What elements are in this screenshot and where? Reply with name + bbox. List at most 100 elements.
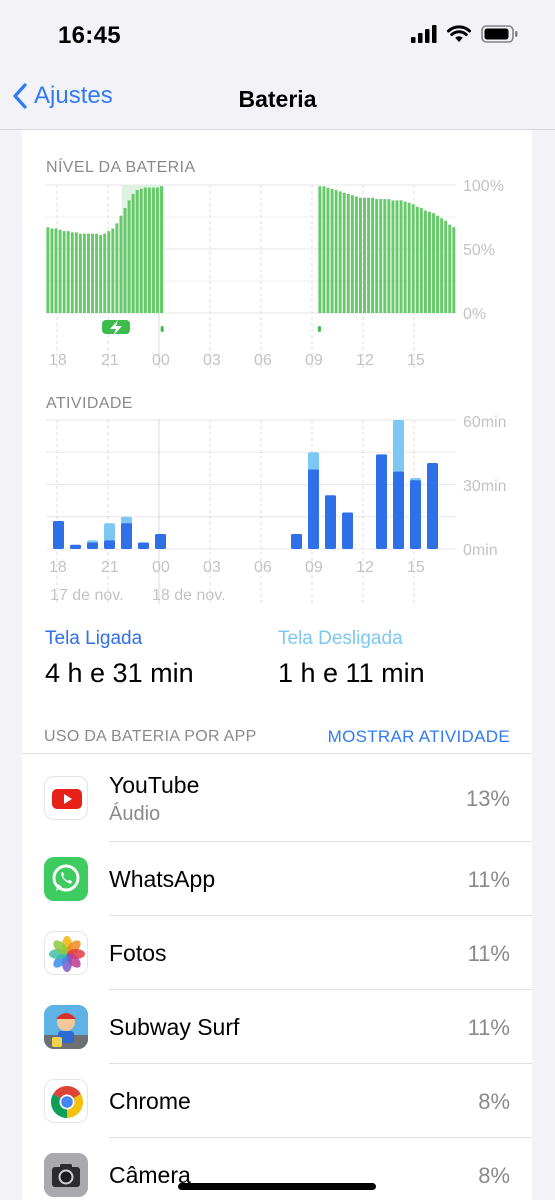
battery-x-tick: 18 [49,352,67,369]
activity-bar-screen-on [291,533,302,549]
battery-level-bar [411,204,415,313]
battery-x-tick: 21 [101,352,119,369]
battery-level-bar [395,200,399,313]
battery-level-bar [403,201,407,313]
app-percentage: 13% [465,786,510,811]
activity-bar-screen-off [393,420,404,474]
battery-level-bar [46,227,50,313]
battery-x-tick: 15 [407,352,425,369]
activity-bar-screen-on [53,521,64,549]
battery-level-bar [358,197,362,313]
battery-level-bar [123,208,127,313]
charging-indicator [102,320,130,336]
activity-x-tick: 12 [356,559,374,576]
battery-x-tick: 00 [152,352,170,369]
battery-level-bar [147,187,151,313]
battery-level-bar [338,191,342,313]
battery-level-bar [62,231,66,313]
battery-level-bar [452,227,456,313]
battery-level-bar [82,233,86,313]
app-name: Chrome [109,1088,191,1114]
date-label: 18 de nov. [152,587,226,604]
activity-bar-screen-off [308,452,319,472]
app-percentage: 11% [467,941,510,966]
activity-x-tick: 18 [49,559,67,576]
app-usage-title: USO DA BATERIA POR APP [44,728,257,745]
wifi-icon [447,25,471,42]
battery-level-bar [86,233,90,313]
battery-level-bar [375,199,379,313]
cellular-signal-icon [411,25,437,43]
battery-level-bar [70,232,74,313]
home-indicator[interactable] [178,1183,376,1190]
battery-x-tick: 03 [203,352,221,369]
battery-level-bar [135,190,139,313]
app-row-chrome[interactable]: Chrome 8% [22,1064,532,1138]
battery-y-tick: 0% [463,306,486,323]
screen-off-label: Tela Desligada [278,628,403,649]
battery-x-tick: 06 [254,352,272,369]
show-activity-button[interactable]: MOSTRAR ATIVIDADE [328,727,510,747]
battery-level-bar [318,186,322,313]
app-row-subway-surf[interactable]: Subway Surf 11% [22,990,532,1064]
activity-y-tick: 30min [463,478,507,495]
screen-on-label: Tela Ligada [45,628,143,649]
battery-level-bar [383,199,387,313]
battery-level-bar [419,208,423,313]
battery-level-bar [50,228,54,313]
screen-on-value: 4 h e 31 min [45,658,194,688]
battery-level-bar [139,188,143,313]
app-usage-header: USO DA BATERIA POR APP MOSTRAR ATIVIDADE [22,720,532,754]
page-title: Bateria [238,86,317,112]
app-name: Subway Surf [109,1014,240,1040]
battery-level-bar [115,223,119,313]
youtube-icon [44,776,88,820]
battery-level-bar [415,206,419,313]
battery-level-bar [131,193,135,313]
activity-y-tick: 60min [463,414,507,431]
activity-y-tick: 0min [463,542,498,559]
app-row-youtube[interactable]: YouTube Áudio 13% [22,754,532,842]
activity-bar-screen-on [155,533,166,549]
app-row-camera[interactable]: Câmera 8% [22,1138,532,1200]
battery-level-bar [107,231,111,313]
battery-level-bar [78,233,82,313]
app-row-whatsapp[interactable]: WhatsApp 11% [22,842,532,916]
app-percentage: 11% [467,867,510,892]
battery-level-bar [399,200,403,313]
battery-y-tick: 50% [463,242,495,259]
activity-bar-screen-on [87,542,98,549]
activity-x-tick: 06 [254,559,272,576]
battery-level-bar [423,210,427,313]
app-usage-list: USO DA BATERIA POR APP MOSTRAR ATIVIDADE… [22,720,532,1200]
battery-level-bar [119,215,123,313]
battery-level-bar [367,197,371,313]
battery-level-bar [95,233,99,313]
app-row-fotos[interactable]: Fotos 11% [22,916,532,990]
activity-bar-screen-on [393,471,404,549]
subway-surf-icon [44,1005,88,1049]
app-subtitle: Áudio [109,803,161,825]
battery-level-bar [143,187,147,313]
app-name: WhatsApp [109,866,216,892]
activity-bar-screen-on [427,463,438,549]
battery-level-bar [127,200,131,313]
battery-y-tick: 100% [463,178,504,195]
activity-bar-screen-on [138,542,149,549]
battery-level-bar [354,196,358,313]
activity-bar-screen-on [376,454,387,549]
activity-bar-screen-on [121,523,132,549]
app-percentage: 8% [478,1163,510,1188]
activity-bar-screen-on [70,544,81,549]
battery-level-bar [91,233,95,313]
activity-x-tick: 09 [305,559,323,576]
activity-x-tick: 15 [407,559,425,576]
power-event-marker [160,326,164,332]
battery-level-bar [379,199,383,313]
photos-icon [44,931,88,975]
battery-level-bar [427,211,431,313]
battery-level-bar [350,195,354,313]
battery-level-bar [99,234,103,313]
battery-level-bar [363,197,366,313]
activity-x-tick: 03 [203,559,221,576]
